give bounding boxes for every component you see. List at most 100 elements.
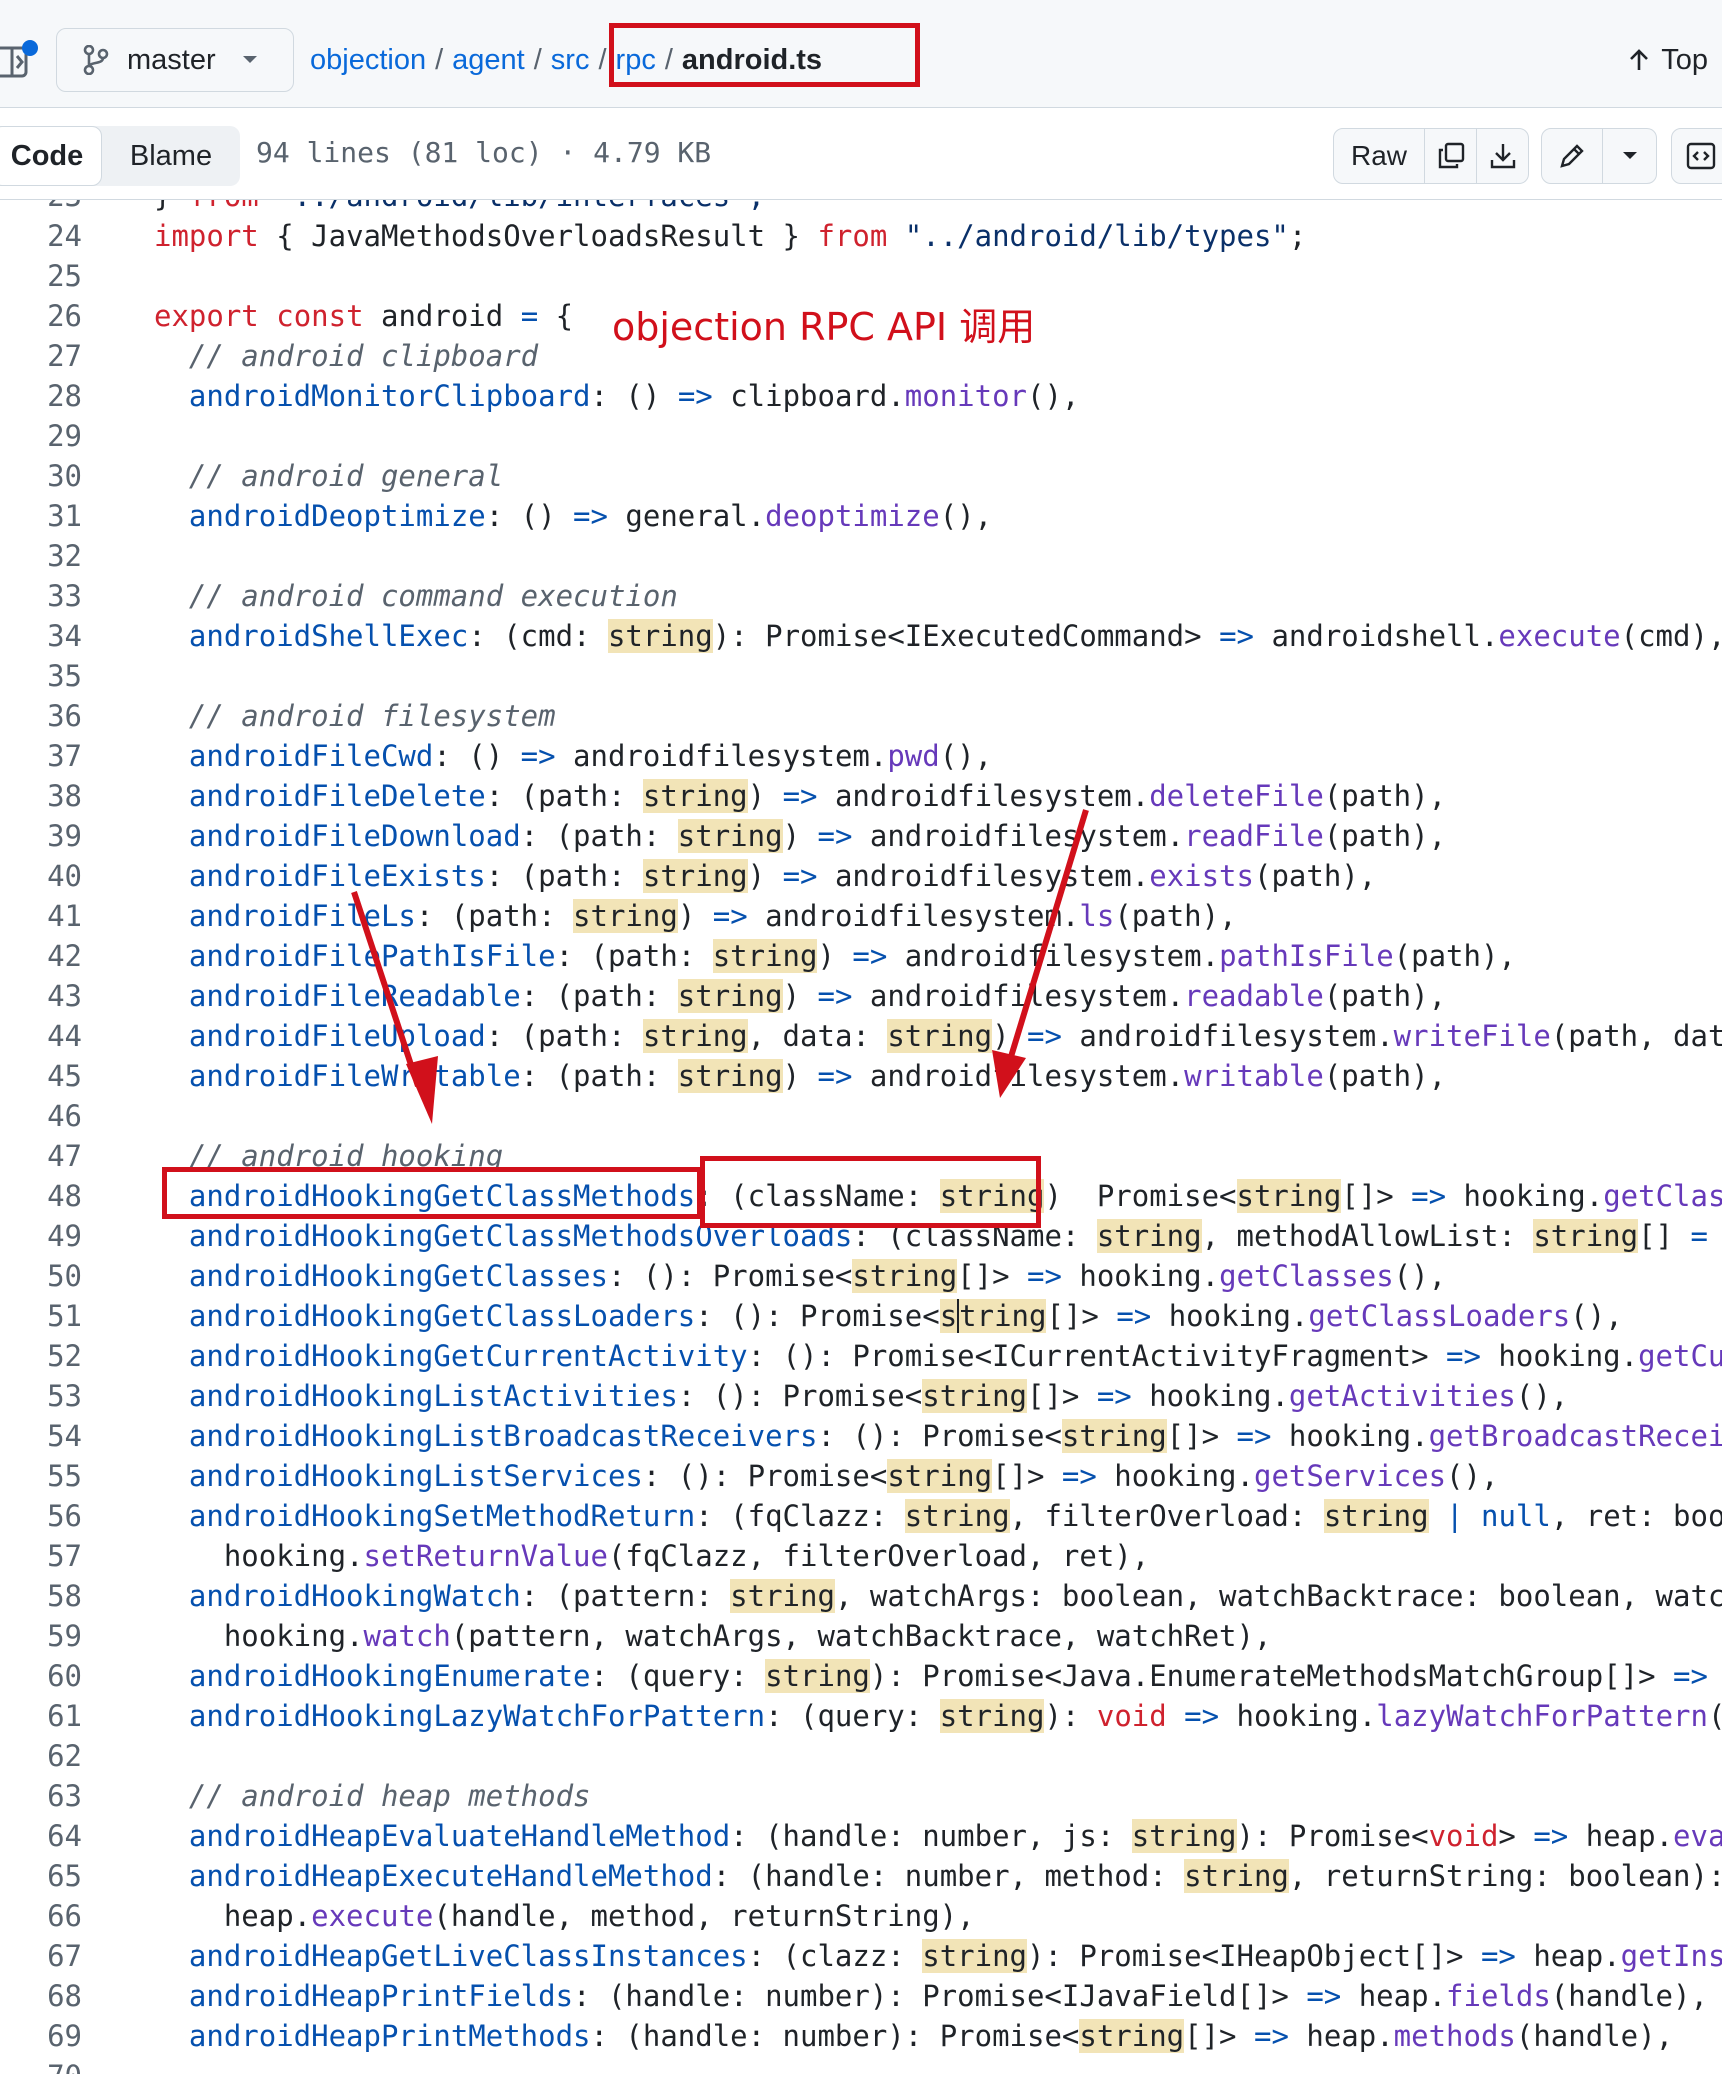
line-number[interactable]: 42 [0,936,82,976]
notification-dot-icon [22,40,38,56]
line-number[interactable]: 29 [0,416,82,456]
line-number[interactable]: 66 [0,1896,82,1936]
line-number[interactable]: 31 [0,496,82,536]
code-text: androidFileCwd: () => androidfilesystem.… [154,736,992,776]
line-number[interactable]: 53 [0,1376,82,1416]
code-token: : (path: [520,819,678,853]
line-number[interactable]: 44 [0,1016,82,1056]
tab-code[interactable]: Code [0,126,102,186]
code-line: 41 androidFileLs: (path: string) => andr… [0,896,1722,936]
line-number[interactable]: 38 [0,776,82,816]
code-token: androidHookingGetCurrentActivity [188,1339,748,1373]
line-number[interactable]: 23 [0,200,82,216]
line-number[interactable]: 68 [0,1976,82,2016]
line-number[interactable]: 32 [0,536,82,576]
line-number[interactable]: 30 [0,456,82,496]
edit-options-dropdown[interactable] [1602,129,1656,183]
side-panel-toggle[interactable] [0,40,40,80]
line-number[interactable]: 37 [0,736,82,776]
chevron-down-icon [242,55,258,65]
line-number[interactable]: 25 [0,256,82,296]
code-token: => [817,819,853,853]
code-token: : (path: [415,899,574,933]
code-token: => [1184,1699,1220,1733]
line-number[interactable]: 36 [0,696,82,736]
line-number[interactable]: 61 [0,1696,82,1736]
code-token: : (handle: number): Promise< [590,2019,1080,2053]
line-number[interactable]: 26 [0,296,82,336]
line-number[interactable]: 58 [0,1576,82,1616]
line-number[interactable]: 28 [0,376,82,416]
tab-blame[interactable]: Blame [102,140,240,173]
code-token: fields [1446,1979,1551,2013]
scroll-top-button[interactable]: Top [1629,38,1708,82]
code-line: 60 androidHookingEnumerate: (query: stri… [0,1656,1722,1696]
line-number[interactable]: 56 [0,1496,82,1536]
code-square-icon [1686,142,1716,170]
line-number[interactable]: 49 [0,1216,82,1256]
line-number[interactable]: 34 [0,616,82,656]
line-number[interactable]: 59 [0,1616,82,1656]
line-number[interactable]: 65 [0,1856,82,1896]
line-number[interactable]: 51 [0,1296,82,1336]
breadcrumb-link-objection[interactable]: objection [310,44,426,77]
code-text: androidHookingLazyWatchForPattern: (quer… [154,1696,1722,1736]
line-number[interactable]: 69 [0,2016,82,2056]
line-number[interactable]: 55 [0,1456,82,1496]
line-number[interactable]: 46 [0,1096,82,1136]
line-number[interactable]: 48 [0,1176,82,1216]
code-token: (), [1027,379,1080,413]
code-line: 66 heap.execute(handle, method, returnSt… [0,1896,1722,1936]
copy-raw-button[interactable] [1424,129,1476,183]
line-number[interactable]: 62 [0,1736,82,1776]
edit-file-button[interactable] [1542,129,1602,183]
line-number[interactable]: 64 [0,1816,82,1856]
line-number[interactable]: 47 [0,1136,82,1176]
breadcrumb-link-agent[interactable]: agent [452,44,525,77]
code-token: setReturnValue [363,1539,608,1573]
line-number[interactable]: 45 [0,1056,82,1096]
code-token: (path), [1323,819,1447,853]
code-token: writable [1184,1059,1324,1093]
code-token: "../android/lib/types" [887,219,1289,253]
line-number[interactable]: 50 [0,1256,82,1296]
line-number[interactable]: 24 [0,216,82,256]
file-info: 94 lines (81 loc) · 4.79 KB [256,136,712,169]
line-number[interactable]: 70 [0,2056,82,2074]
line-number[interactable]: 57 [0,1536,82,1576]
code-line: 54 androidHookingListBroadcastReceivers:… [0,1416,1722,1456]
line-number[interactable]: 54 [0,1416,82,1456]
code-text: androidFileUpload: (path: string, data: … [154,1016,1722,1056]
code-token: => [1673,1659,1708,1693]
line-number[interactable]: 43 [0,976,82,1016]
code-token: androidHookingListServices [188,1459,643,1493]
edit-actions-group [1541,128,1657,184]
code-token: void [1096,1699,1167,1733]
raw-button[interactable]: Raw [1334,129,1424,183]
code-view[interactable]: 23} from "../android/lib/interfaces";24i… [0,200,1722,2074]
line-number[interactable]: 33 [0,576,82,616]
line-number[interactable]: 39 [0,816,82,856]
annotation-box-parameters [700,1156,1041,1228]
code-text: androidFileWritable: (path: string) => a… [154,1056,1446,1096]
download-raw-button[interactable] [1476,129,1528,183]
line-number[interactable]: 40 [0,856,82,896]
line-number[interactable]: 27 [0,336,82,376]
symbols-panel-button[interactable] [1671,128,1722,184]
line-number[interactable]: 60 [0,1656,82,1696]
line-number[interactable]: 41 [0,896,82,936]
line-number[interactable]: 63 [0,1776,82,1816]
line-number[interactable]: 35 [0,656,82,696]
breadcrumb-separator: / [435,43,444,76]
breadcrumb-link-src[interactable]: src [551,44,590,77]
highlighted-token: string [765,1659,870,1693]
branch-selector-button[interactable]: master [56,28,294,92]
line-number[interactable]: 52 [0,1336,82,1376]
line-number[interactable]: 67 [0,1936,82,1976]
code-token: getInstances [1620,1939,1722,1973]
